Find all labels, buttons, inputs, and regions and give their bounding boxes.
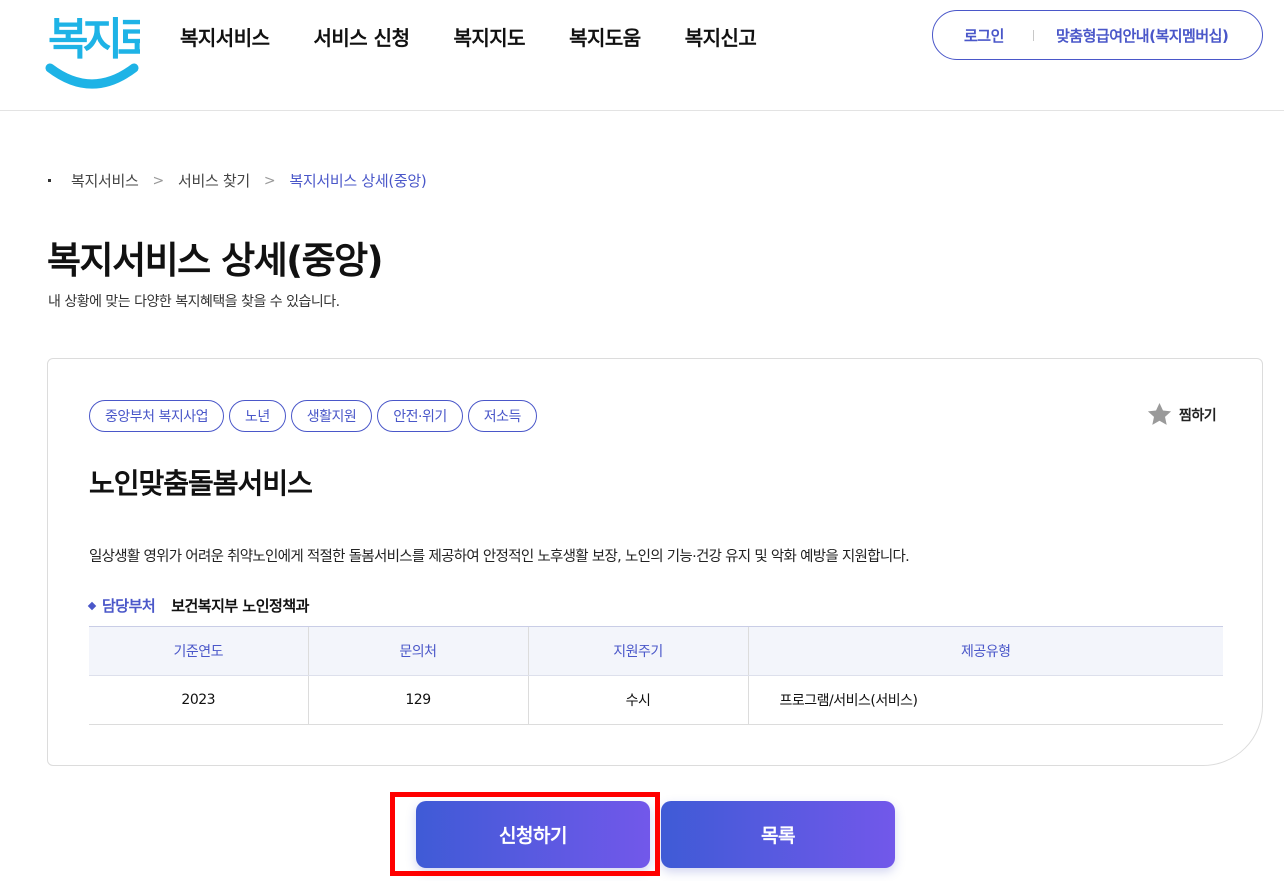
apply-button[interactable]: 신청하기 — [416, 801, 650, 868]
service-detail-card: 중앙부처 복지사업 노년 생활지원 안전·위기 저소득 찜하기 노인맞춤돌봄서비… — [47, 358, 1263, 766]
service-description: 일상생활 영위가 어려운 취약노인에게 적절한 돌봄서비스를 제공하여 안정적인… — [89, 549, 910, 565]
bookmark-button[interactable]: 찜하기 — [1146, 401, 1217, 428]
nav-welfare-report[interactable]: 복지신고 — [685, 22, 757, 51]
main-nav: 복지서비스 서비스 신청 복지지도 복지도움 복지신고 — [180, 22, 800, 51]
breadcrumb-service-search[interactable]: 서비스 찾기 — [178, 170, 250, 191]
nav-service-apply[interactable]: 서비스 신청 — [314, 22, 410, 51]
cell-provision-type: 프로그램/서비스(서비스) — [747, 675, 1223, 725]
nav-welfare-service[interactable]: 복지서비스 — [180, 22, 270, 51]
service-tags: 중앙부처 복지사업 노년 생활지원 안전·위기 저소득 — [89, 400, 542, 432]
bookmark-label: 찜하기 — [1179, 407, 1217, 424]
cell-base-year: 2023 — [89, 675, 308, 725]
header-support-cycle: 지원주기 — [527, 626, 748, 676]
svg-text:복지로: 복지로 — [48, 14, 140, 65]
service-title: 노인맞춤돌봄서비스 — [89, 467, 313, 500]
service-info-table: 기준연도 문의처 지원주기 제공유형 2023 129 수시 프로그램/서비스(… — [89, 626, 1223, 725]
breadcrumb-home-dot — [48, 179, 51, 182]
tag-low-income: 저소득 — [467, 400, 537, 432]
diamond-bullet-icon — [87, 601, 97, 610]
breadcrumb: 복지서비스 > 서비스 찾기 > 복지서비스 상세(중앙) — [48, 170, 427, 191]
tag-living-support: 생활지원 — [290, 400, 373, 432]
department-label: 담당부처 — [102, 597, 156, 615]
header-contact: 문의처 — [307, 626, 528, 676]
chevron-right-icon: > — [263, 172, 276, 189]
cell-support-cycle: 수시 — [527, 675, 748, 725]
header-provision-type: 제공유형 — [747, 626, 1223, 676]
tag-central-ministry: 중앙부처 복지사업 — [89, 400, 224, 432]
cell-contact: 129 — [307, 675, 528, 725]
bokjiro-logo[interactable]: 복지로 — [44, 4, 140, 94]
table-row: 2023 129 수시 프로그램/서비스(서비스) — [89, 675, 1223, 725]
chevron-right-icon: > — [152, 172, 165, 189]
breadcrumb-welfare-service[interactable]: 복지서비스 — [71, 170, 139, 191]
department-row: 담당부처 보건복지부 노인정책과 — [87, 595, 309, 616]
breadcrumb-current: 복지서비스 상세(중앙) — [289, 172, 427, 190]
star-icon — [1147, 403, 1172, 425]
tag-safety-crisis: 안전·위기 — [377, 400, 463, 432]
tag-elderly: 노년 — [229, 400, 286, 432]
util-divider — [1033, 30, 1034, 41]
site-header: 복지로 복지서비스 서비스 신청 복지지도 복지도움 복지신고 로그인 맞춤형급… — [0, 0, 1284, 111]
list-button[interactable]: 목록 — [661, 801, 895, 868]
util-menu: 로그인 맞춤형급여안내(복지멤버십) — [932, 10, 1263, 60]
login-link[interactable]: 로그인 — [964, 25, 1004, 46]
nav-welfare-help[interactable]: 복지도움 — [569, 22, 641, 51]
table-header-row: 기준연도 문의처 지원주기 제공유형 — [89, 626, 1223, 676]
nav-welfare-map[interactable]: 복지지도 — [453, 22, 525, 51]
header-base-year: 기준연도 — [89, 626, 308, 676]
page-subtitle: 내 상황에 맞는 다양한 복지혜택을 찾을 수 있습니다. — [48, 294, 340, 310]
page-title: 복지서비스 상세(중앙) — [47, 239, 384, 282]
custom-benefit-link[interactable]: 맞춤형급여안내(복지멤버십) — [1056, 25, 1229, 46]
department-value: 보건복지부 노인정책과 — [171, 597, 309, 615]
